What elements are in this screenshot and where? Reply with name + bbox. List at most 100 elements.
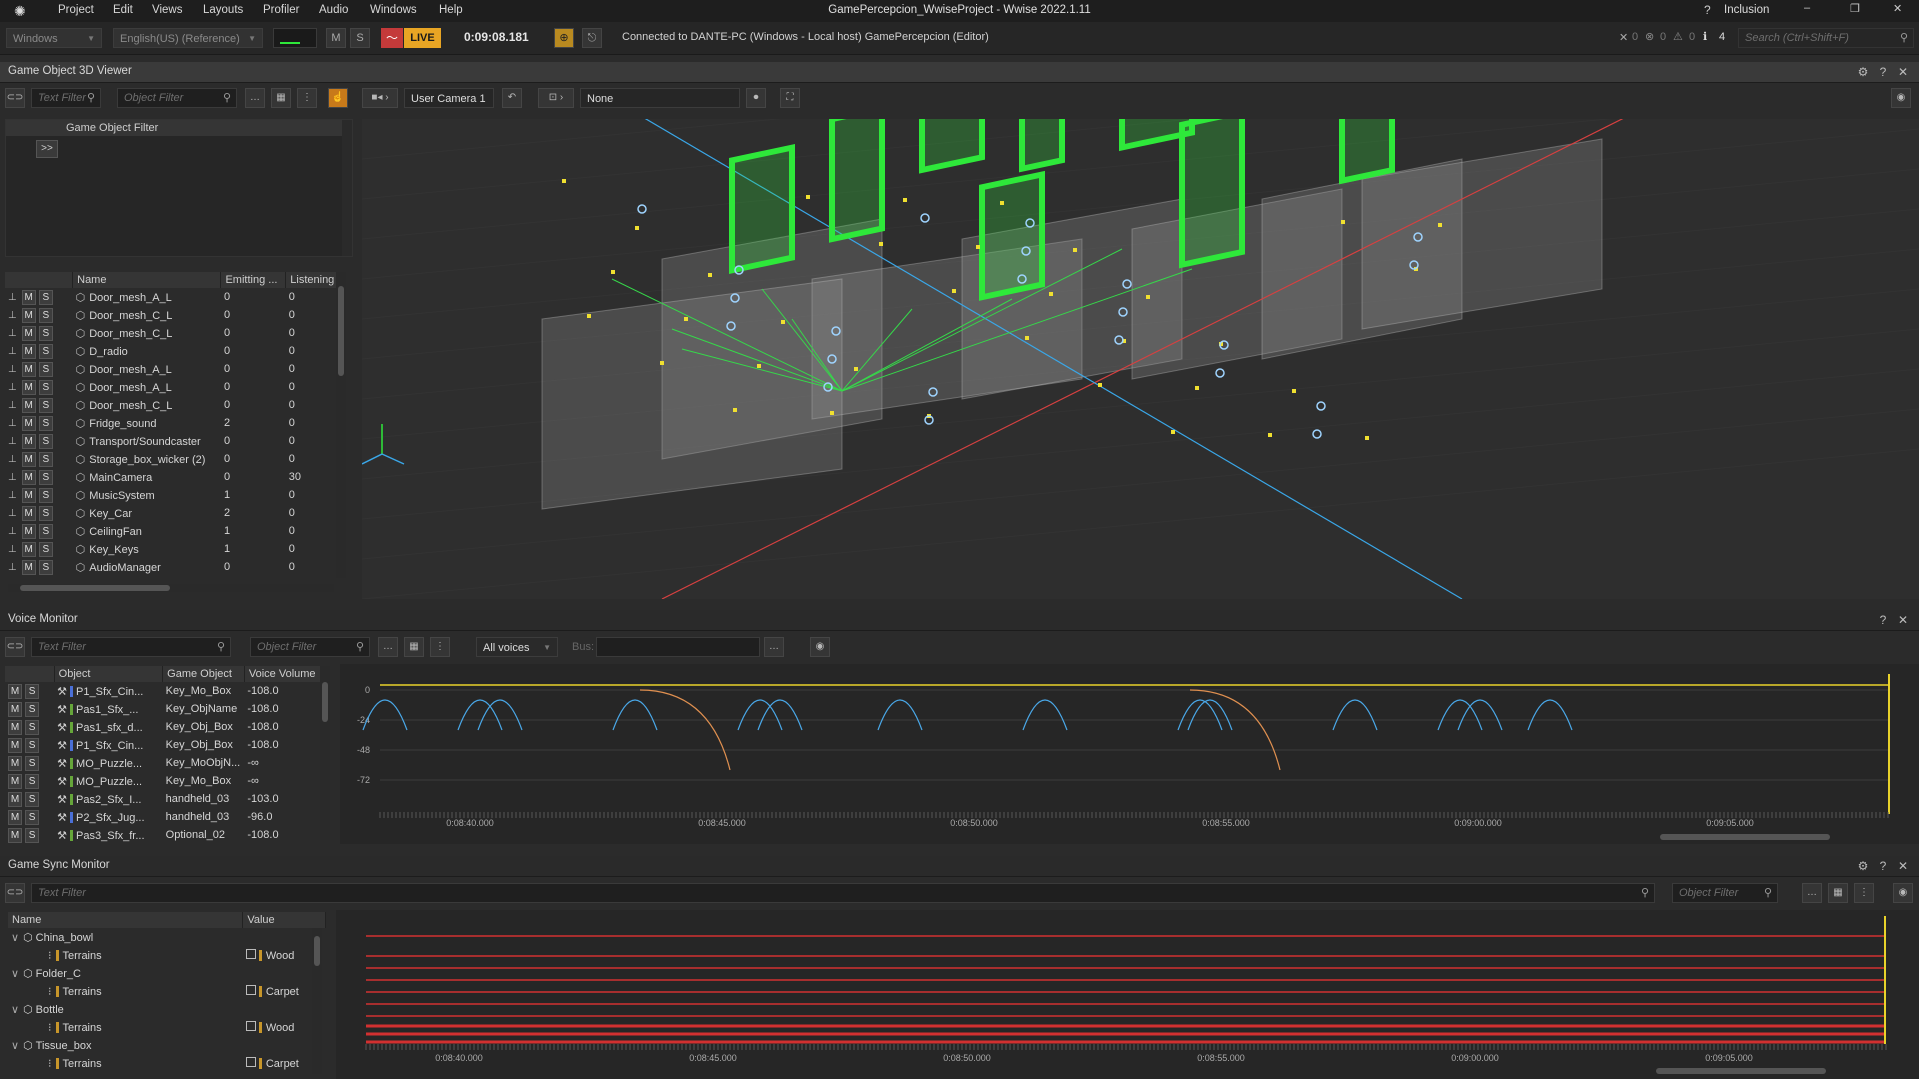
table-row[interactable]: ⊥ M S ⬡ CeilingFan 1 0 bbox=[5, 522, 345, 540]
menu-edit[interactable]: Edit bbox=[113, 4, 133, 16]
table-row[interactable]: ⊥ M S ⬡ Door_mesh_C_L 0 0 bbox=[5, 306, 345, 324]
pin-icon[interactable]: ⊥ bbox=[8, 490, 17, 501]
global-search-input[interactable]: Search (Ctrl+Shift+F) ⚲ bbox=[1738, 28, 1914, 48]
table-row[interactable]: M S ⚒ Pas2_Sfx_I... handheld_03 -103.0 bbox=[5, 790, 325, 808]
voice-object-filter[interactable]: Object Filter ⚲ bbox=[250, 637, 370, 657]
info-icon[interactable]: ℹ bbox=[1703, 30, 1707, 43]
table-row[interactable]: ∨ ⬡ Bottle bbox=[8, 1000, 326, 1018]
pin-icon[interactable]: ⊥ bbox=[8, 436, 17, 447]
table-row[interactable]: ⊥ M S ⬡ Door_mesh_A_L 0 0 bbox=[5, 378, 345, 396]
pin-icon[interactable]: ⊥ bbox=[8, 400, 17, 411]
options-icon[interactable]: ⋮ bbox=[430, 637, 450, 657]
voice-scrollbar[interactable] bbox=[320, 666, 330, 840]
solo-button[interactable]: S bbox=[38, 505, 53, 521]
col-voice-volume[interactable]: Voice Volume bbox=[244, 666, 326, 682]
volume-meter[interactable] bbox=[273, 28, 317, 48]
more-button[interactable]: … bbox=[1802, 883, 1822, 903]
object-list-hscroll[interactable] bbox=[8, 584, 334, 592]
table-row[interactable]: M S ⚒ P2_Sfx_Jug... handheld_03 -96.0 bbox=[5, 808, 325, 826]
menu-help[interactable]: Help bbox=[439, 4, 463, 16]
more-button[interactable]: … bbox=[245, 88, 265, 108]
mute-button[interactable]: M bbox=[326, 28, 346, 48]
table-row[interactable]: M S ⚒ Pas1_sfx_d... Key_Obj_Box -108.0 bbox=[5, 718, 325, 736]
solo-button[interactable]: S bbox=[25, 809, 40, 825]
solo-button[interactable]: S bbox=[25, 755, 40, 771]
pin-icon[interactable]: ⊥ bbox=[8, 544, 17, 555]
pin-icon[interactable]: ⊥ bbox=[8, 310, 17, 321]
camera-select[interactable]: User Camera 1 bbox=[404, 88, 494, 108]
table-row[interactable]: ⁝ Terrains Carpet bbox=[8, 1054, 326, 1072]
solo-button[interactable]: S bbox=[38, 307, 53, 323]
voices-select[interactable]: All voices ▼ bbox=[476, 637, 558, 657]
table-row[interactable]: M S ⚒ P1_Sfx_Cin... Key_Mo_Box -108.0 bbox=[5, 682, 325, 700]
eye-icon[interactable]: ◉ bbox=[810, 637, 830, 657]
mute-button[interactable]: M bbox=[21, 487, 36, 503]
chevron-down-icon[interactable]: ∨ bbox=[11, 968, 19, 980]
checkbox[interactable] bbox=[245, 1056, 256, 1067]
table-row[interactable]: M S ⚒ Pas3_Sfx_fr... Optional_02 -108.0 bbox=[5, 826, 325, 844]
mute-button[interactable]: M bbox=[8, 737, 22, 753]
more-button[interactable]: … bbox=[378, 637, 398, 657]
reset-camera-icon[interactable]: ↶ bbox=[502, 88, 522, 108]
table-row[interactable]: ⊥ M S ⬡ MainCamera 0 30 bbox=[5, 468, 345, 486]
language-select[interactable]: English(US) (Reference) ▼ bbox=[113, 28, 263, 48]
solo-button[interactable]: S bbox=[25, 701, 40, 717]
solo-button[interactable]: S bbox=[38, 325, 53, 341]
scroll-thumb[interactable] bbox=[314, 936, 320, 966]
pin-icon[interactable]: ⊥ bbox=[8, 292, 17, 303]
mute-button[interactable]: M bbox=[8, 791, 22, 807]
3d-viewport[interactable] bbox=[362, 119, 1919, 599]
menu-audio[interactable]: Audio bbox=[319, 4, 348, 16]
voice-graph[interactable]: 0-24-48-720:08:40.000 0:08:45.000 0:08:50.… bbox=[340, 664, 1919, 844]
mute-button[interactable]: M bbox=[21, 469, 36, 485]
record-icon[interactable]: ⏺ bbox=[746, 88, 766, 108]
object-list-scrollbar[interactable] bbox=[336, 272, 346, 578]
help-icon[interactable]: ? bbox=[1876, 65, 1890, 79]
mute-button[interactable]: M bbox=[8, 701, 22, 717]
solo-button[interactable]: S bbox=[38, 487, 53, 503]
solo-button[interactable]: S bbox=[25, 737, 40, 753]
table-row[interactable]: ⁝ Terrains Wood bbox=[8, 1018, 326, 1036]
mute-button[interactable]: M bbox=[21, 451, 36, 467]
warning-icon[interactable]: ⚠ bbox=[1673, 30, 1683, 43]
help-icon[interactable]: ? bbox=[1876, 859, 1890, 873]
voice-text-filter[interactable]: Text Filter ⚲ bbox=[31, 637, 231, 657]
table-row[interactable]: ⊥ M S ⬡ MusicSystem 1 0 bbox=[5, 486, 345, 504]
mute-button[interactable]: M bbox=[21, 361, 36, 377]
error-icon[interactable]: ⊗ bbox=[1645, 30, 1654, 43]
help-icon[interactable]: ? bbox=[1704, 3, 1711, 17]
table-row[interactable]: ⊥ M S ⬡ Door_mesh_A_L 0 0 bbox=[5, 288, 345, 306]
table-row[interactable]: ⁝ Terrains Wood bbox=[8, 946, 326, 964]
solo-button[interactable]: S bbox=[38, 397, 53, 413]
solo-button[interactable]: S bbox=[38, 415, 53, 431]
checkbox[interactable] bbox=[245, 948, 256, 959]
table-row[interactable]: ⊥ M S ⬡ Storage_box_wicker (2) 0 0 bbox=[5, 450, 345, 468]
camera-icon[interactable]: ■◂ › bbox=[362, 88, 398, 108]
mute-button[interactable]: M bbox=[21, 559, 36, 575]
hscroll-thumb[interactable] bbox=[1656, 1068, 1826, 1074]
options-icon[interactable]: ⋮ bbox=[1854, 883, 1874, 903]
solo-button[interactable]: S bbox=[38, 289, 53, 305]
col-emitting[interactable]: Emitting ... bbox=[220, 272, 287, 288]
chevron-down-icon[interactable]: ∨ bbox=[11, 1040, 19, 1052]
table-row[interactable]: ⊥ M S ⬡ Transport/Soundcaster 0 0 bbox=[5, 432, 345, 450]
mute-button[interactable]: M bbox=[21, 325, 36, 341]
menu-windows[interactable]: Windows bbox=[370, 4, 417, 16]
table-row[interactable]: ⊥ M S ⬡ D_radio 0 0 bbox=[5, 342, 345, 360]
listener-icon[interactable]: ⊡ › bbox=[538, 88, 574, 108]
pin-icon[interactable]: ⊥ bbox=[8, 382, 17, 393]
solo-button[interactable]: S bbox=[25, 827, 40, 843]
eye-icon[interactable]: ◉ bbox=[1893, 883, 1913, 903]
menu-project[interactable]: Project bbox=[58, 4, 94, 16]
close-icon[interactable]: ✕ bbox=[1896, 859, 1910, 873]
hscroll-thumb[interactable] bbox=[1660, 834, 1830, 840]
menu-views[interactable]: Views bbox=[152, 4, 182, 16]
solo-button[interactable]: S bbox=[350, 28, 370, 48]
table-row[interactable]: ⊥ M S ⬡ Key_Car 2 0 bbox=[5, 504, 345, 522]
col-value[interactable]: Value bbox=[242, 912, 326, 928]
listener-select[interactable]: None bbox=[580, 88, 740, 108]
mute-button[interactable]: M bbox=[8, 827, 22, 843]
error-clear-icon[interactable]: ✕ bbox=[1619, 31, 1628, 44]
solo-button[interactable]: S bbox=[25, 791, 40, 807]
menu-layouts[interactable]: Layouts bbox=[203, 4, 243, 16]
